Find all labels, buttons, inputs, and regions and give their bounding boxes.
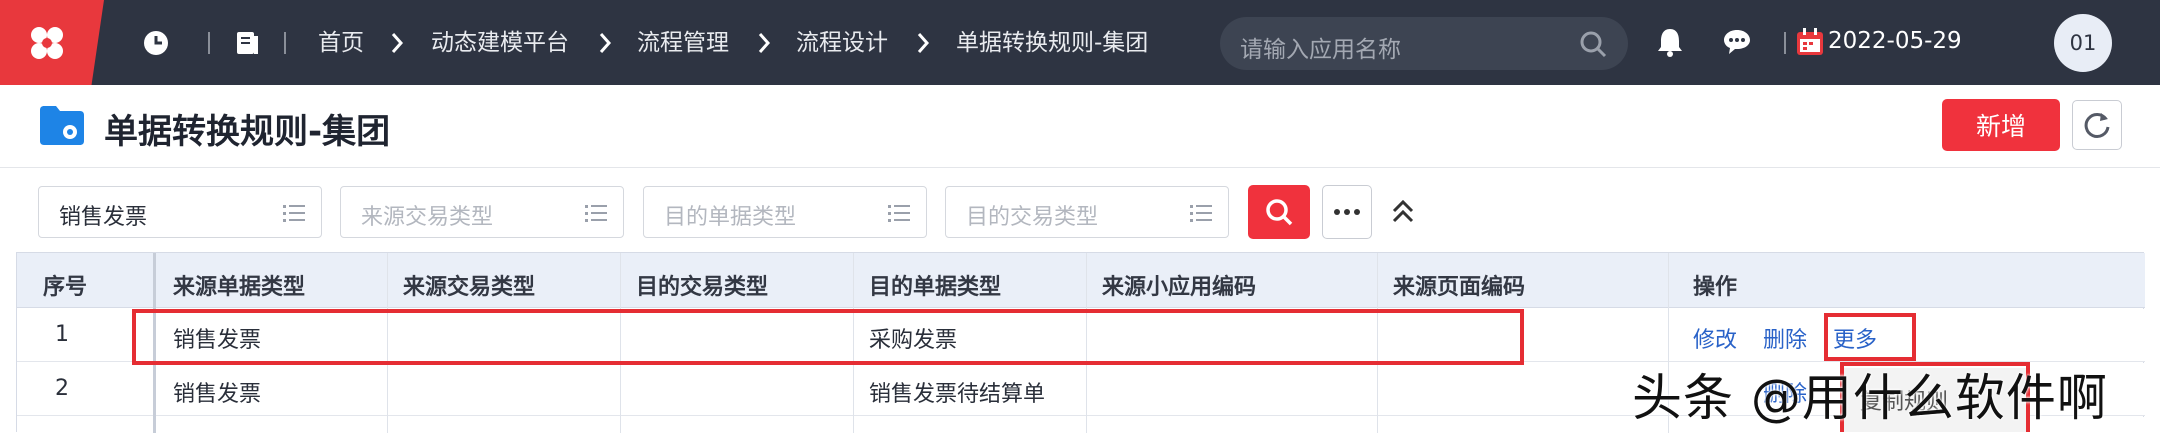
edit-link[interactable]: 修改 xyxy=(1693,322,1737,354)
list-icon[interactable] xyxy=(888,203,910,223)
more-highlight-box xyxy=(1824,313,1916,361)
refresh-button[interactable] xyxy=(2072,100,2122,150)
divider xyxy=(208,32,210,54)
filter-placeholder: 目的交易类型 xyxy=(966,205,1099,230)
list-icon[interactable] xyxy=(585,203,607,223)
ellipsis-icon xyxy=(1334,209,1360,215)
current-date: 2022-05-29 xyxy=(1828,28,1962,54)
column-header: 目的单据类型 xyxy=(869,275,1002,300)
divider xyxy=(0,167,2160,168)
chevron-right-icon xyxy=(391,33,404,53)
breadcrumb-item[interactable]: 流程管理 xyxy=(637,28,729,58)
source-doc-type-filter[interactable]: 销售发票 xyxy=(38,186,322,238)
source-trans-type-filter[interactable]: 来源交易类型 xyxy=(340,186,624,238)
chevron-right-icon xyxy=(917,33,930,53)
target-trans-type-filter[interactable]: 目的交易类型 xyxy=(945,186,1229,238)
app-search-input[interactable]: 请输入应用名称 xyxy=(1220,17,1628,70)
delete-link[interactable]: 删除 xyxy=(1763,322,1807,354)
collapse-filters-button[interactable] xyxy=(1390,197,1416,229)
double-chevron-up-icon xyxy=(1392,199,1414,223)
row-index: 1 xyxy=(55,322,69,347)
folder-settings-icon xyxy=(38,104,86,150)
more-filters-button[interactable] xyxy=(1322,185,1372,239)
logo-icon[interactable] xyxy=(0,0,104,85)
filter-value: 销售发票 xyxy=(59,205,148,230)
search-icon[interactable] xyxy=(1578,29,1608,59)
divider xyxy=(1784,32,1786,54)
watermark-text: 头条 @用什么软件啊 xyxy=(1632,369,2108,427)
search-placeholder: 请输入应用名称 xyxy=(1240,37,1401,63)
list-icon[interactable] xyxy=(283,203,305,223)
chat-icon[interactable] xyxy=(1722,28,1752,56)
search-icon xyxy=(1266,199,1293,226)
breadcrumb-home[interactable]: 首页 xyxy=(318,28,364,58)
chevron-right-icon xyxy=(599,33,612,53)
book-icon[interactable] xyxy=(234,30,260,56)
source-doc-type-cell: 销售发票 xyxy=(173,382,262,407)
list-icon[interactable] xyxy=(1190,203,1212,223)
breadcrumb-item[interactable]: 流程设计 xyxy=(796,28,888,58)
add-button[interactable]: 新增 xyxy=(1942,99,2060,151)
chevron-right-icon xyxy=(758,33,771,53)
column-header: 目的交易类型 xyxy=(636,275,769,300)
column-header: 序号 xyxy=(43,275,88,300)
bell-icon[interactable] xyxy=(1656,27,1684,57)
filter-placeholder: 来源交易类型 xyxy=(361,205,494,230)
column-header: 来源交易类型 xyxy=(403,275,536,300)
column-header: 来源小应用编码 xyxy=(1102,275,1257,300)
search-button[interactable] xyxy=(1248,185,1310,239)
table-header: 序号 来源单据类型 来源交易类型 目的交易类型 目的单据类型 来源小应用编码 来… xyxy=(17,253,2145,308)
row-highlight-box xyxy=(132,309,1524,365)
row-index: 2 xyxy=(55,376,69,401)
clock-icon[interactable] xyxy=(143,30,169,56)
divider xyxy=(284,32,286,54)
calendar-icon[interactable] xyxy=(1795,27,1825,57)
filter-placeholder: 目的单据类型 xyxy=(664,205,797,230)
column-header: 操作 xyxy=(1693,275,1738,300)
avatar[interactable]: 01 xyxy=(2054,14,2112,72)
target-doc-type-filter[interactable]: 目的单据类型 xyxy=(643,186,927,238)
column-header: 来源页面编码 xyxy=(1393,275,1526,300)
target-doc-type-cell: 销售发票待结算单 xyxy=(869,382,1046,407)
top-navigation-bar: 首页 动态建模平台 流程管理 流程设计 单据转换规则-集团 请输入应用名称 20… xyxy=(0,0,2160,85)
column-header: 来源单据类型 xyxy=(173,275,306,300)
breadcrumb-current: 单据转换规则-集团 xyxy=(956,30,1149,56)
page-title: 单据转换规则-集团 xyxy=(104,112,391,152)
breadcrumb-item[interactable]: 动态建模平台 xyxy=(431,28,569,58)
refresh-icon xyxy=(2084,112,2110,138)
